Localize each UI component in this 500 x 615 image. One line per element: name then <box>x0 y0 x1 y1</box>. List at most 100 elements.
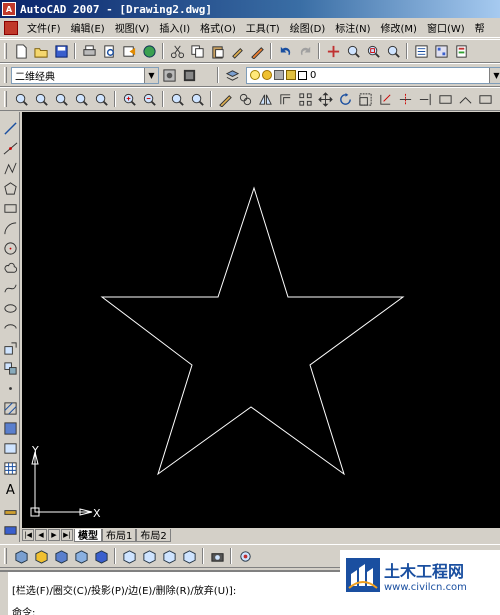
star-polyline[interactable] <box>100 186 405 476</box>
3d-iso-se-icon[interactable] <box>141 548 157 564</box>
autocad-app-icon[interactable]: A <box>2 2 16 16</box>
camera-icon[interactable] <box>209 548 225 564</box>
copy-object-icon[interactable] <box>237 91 253 107</box>
zoom-extents-icon[interactable] <box>189 91 205 107</box>
menu-dimension[interactable]: 标注(N) <box>330 20 375 35</box>
workspace-settings-icon[interactable] <box>161 67 177 83</box>
zoom-previous-icon[interactable] <box>385 43 401 59</box>
tab-layout2[interactable]: 布局2 <box>136 528 171 542</box>
paste-icon[interactable] <box>209 43 225 59</box>
erase-icon[interactable] <box>217 91 233 107</box>
revision-cloud-icon[interactable] <box>2 260 18 276</box>
menu-view[interactable]: 视图(V) <box>110 20 155 35</box>
new-icon[interactable] <box>13 43 29 59</box>
zoom-object-icon[interactable] <box>93 91 109 107</box>
rotate-icon[interactable] <box>337 91 353 107</box>
hatch-icon[interactable] <box>2 400 18 416</box>
copy-icon[interactable] <box>189 43 205 59</box>
gradient-icon[interactable] <box>2 420 18 436</box>
layer-dropdown[interactable]: 0 ▼ <box>246 66 500 84</box>
offset-icon[interactable] <box>277 91 293 107</box>
my-workspace-icon[interactable] <box>181 67 197 83</box>
last-tab-icon[interactable]: ▶| <box>61 529 73 541</box>
menu-draw[interactable]: 绘图(D) <box>285 20 331 35</box>
3d-top-view-icon[interactable] <box>13 548 29 564</box>
menu-insert[interactable]: 插入(I) <box>154 20 195 35</box>
zoom-scale-icon[interactable] <box>53 91 69 107</box>
trim-icon[interactable] <box>397 91 413 107</box>
3d-bottom-view-icon[interactable] <box>33 548 49 564</box>
ellipse-arc-icon[interactable] <box>2 320 18 336</box>
point-icon[interactable] <box>2 380 18 396</box>
3d-iso-sw-icon[interactable] <box>121 548 137 564</box>
extend-icon[interactable] <box>417 91 433 107</box>
multiline-text-icon[interactable]: A <box>2 480 18 496</box>
cut-icon[interactable] <box>169 43 185 59</box>
3d-dwf-icon[interactable] <box>141 43 157 59</box>
table-icon[interactable] <box>2 460 18 476</box>
construction-line-icon[interactable] <box>2 140 18 156</box>
command-window-grip[interactable] <box>0 572 8 615</box>
layer-properties-icon[interactable] <box>224 67 240 83</box>
design-center-icon[interactable] <box>433 43 449 59</box>
array-icon[interactable] <box>297 91 313 107</box>
menu-help[interactable]: 帮 <box>470 20 490 35</box>
toolbar-grip[interactable] <box>4 43 7 59</box>
make-block-icon[interactable] <box>2 360 18 376</box>
print-icon[interactable] <box>81 43 97 59</box>
break-icon[interactable] <box>437 91 453 107</box>
spline-icon[interactable] <box>2 280 18 296</box>
save-icon[interactable] <box>53 43 69 59</box>
3d-iso-ne-icon[interactable] <box>161 548 177 564</box>
plot-preview-icon[interactable] <box>101 43 117 59</box>
named-views-icon[interactable] <box>237 548 253 564</box>
tab-model[interactable]: 模型 <box>74 528 102 542</box>
zoom-window-icon[interactable] <box>13 91 29 107</box>
mirror-icon[interactable] <box>257 91 273 107</box>
command-prompt[interactable]: 命令: <box>12 604 35 615</box>
toolbar-grip[interactable] <box>4 67 7 83</box>
polygon-icon[interactable] <box>2 180 18 196</box>
ellipse-icon[interactable] <box>2 300 18 316</box>
menu-modify[interactable]: 修改(M) <box>376 20 422 35</box>
3d-front-view-icon[interactable] <box>93 548 109 564</box>
publish-icon[interactable] <box>121 43 137 59</box>
tool-palettes-icon[interactable] <box>453 43 469 59</box>
menu-file[interactable]: 文件(F) <box>22 20 66 35</box>
block-editor-icon[interactable] <box>249 43 265 59</box>
toolbar-grip[interactable] <box>4 548 7 564</box>
tab-layout1[interactable]: 布局1 <box>102 528 137 542</box>
pan-realtime-icon[interactable] <box>325 43 341 59</box>
workspace-dropdown[interactable]: 二维经典 ▼ <box>11 66 159 84</box>
zoom-in-icon[interactable] <box>121 91 137 107</box>
drawing-area[interactable]: Y X <box>22 112 500 528</box>
region-icon[interactable] <box>2 440 18 456</box>
zoom-all-icon[interactable] <box>169 91 185 107</box>
document-icon[interactable] <box>4 20 18 35</box>
next-tab-icon[interactable]: ▶ <box>48 529 60 541</box>
redo-icon[interactable] <box>297 43 313 59</box>
zoom-realtime-icon[interactable] <box>345 43 361 59</box>
zoom-window-icon[interactable] <box>365 43 381 59</box>
line-icon[interactable] <box>2 120 18 136</box>
first-tab-icon[interactable]: |◀ <box>22 529 34 541</box>
chamfer-icon[interactable] <box>477 91 493 107</box>
move-icon[interactable] <box>317 91 333 107</box>
menu-format[interactable]: 格式(O) <box>195 20 241 35</box>
menu-edit[interactable]: 编辑(E) <box>66 20 110 35</box>
3d-right-view-icon[interactable] <box>73 548 89 564</box>
polyline-icon[interactable] <box>2 160 18 176</box>
match-properties-icon[interactable] <box>229 43 245 59</box>
undo-icon[interactable] <box>277 43 293 59</box>
circle-icon[interactable] <box>2 240 18 256</box>
3d-left-view-icon[interactable] <box>53 548 69 564</box>
prev-tab-icon[interactable]: ◀ <box>35 529 47 541</box>
menu-window[interactable]: 窗口(W) <box>422 20 470 35</box>
join-icon[interactable] <box>457 91 473 107</box>
zoom-out-icon[interactable] <box>141 91 157 107</box>
toolbar-grip[interactable] <box>4 91 7 107</box>
toolbar-extra-icon[interactable] <box>2 504 18 520</box>
zoom-dynamic-icon[interactable] <box>33 91 49 107</box>
chevron-down-icon[interactable]: ▼ <box>144 67 158 83</box>
open-icon[interactable] <box>33 43 49 59</box>
